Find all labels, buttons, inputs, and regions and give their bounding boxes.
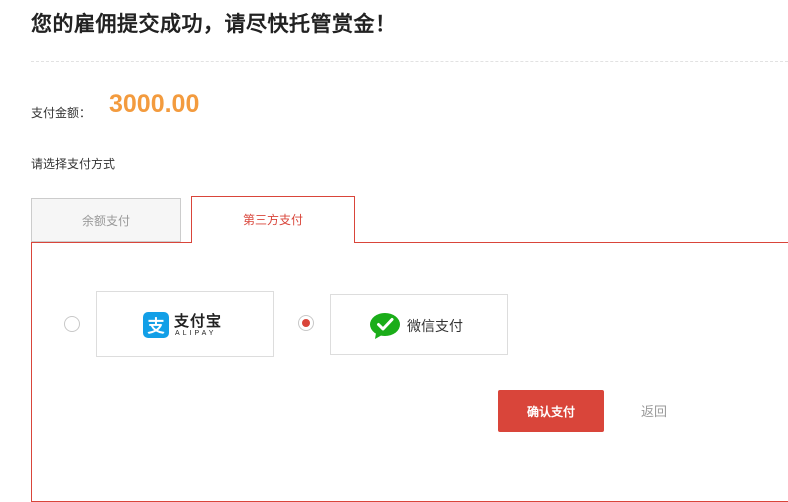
payment-method-prompt: 请选择支付方式 [31, 157, 116, 171]
alipay-subtitle: ALIPAY [175, 330, 217, 337]
wechat-icon [370, 313, 400, 339]
amount-label: 支付金额： [31, 106, 92, 120]
back-link[interactable]: 返回 [641, 401, 667, 420]
amount-value: 3000.00 [109, 90, 200, 118]
wechat-pay-name: 微信支付 [407, 319, 463, 335]
tab-balance-payment[interactable]: 余额支付 [31, 198, 181, 242]
page-title: 您的雇佣提交成功，请尽快托管赏金！ [31, 12, 397, 36]
alipay-name: 支付宝 [174, 312, 223, 330]
wechat-pay-radio[interactable] [298, 315, 314, 331]
wechat-pay-option[interactable]: 微信支付 [330, 294, 508, 355]
alipay-icon: 支 [143, 312, 169, 338]
title-divider [31, 61, 788, 62]
third-party-payment-panel [31, 242, 788, 502]
alipay-option[interactable]: 支 支付宝 ALIPAY [96, 291, 274, 357]
tab-third-party-payment[interactable]: 第三方支付 [191, 196, 355, 243]
alipay-radio[interactable] [64, 316, 80, 332]
alipay-logo-glyph: 支 [148, 316, 166, 337]
confirm-payment-button[interactable]: 确认支付 [498, 390, 604, 432]
